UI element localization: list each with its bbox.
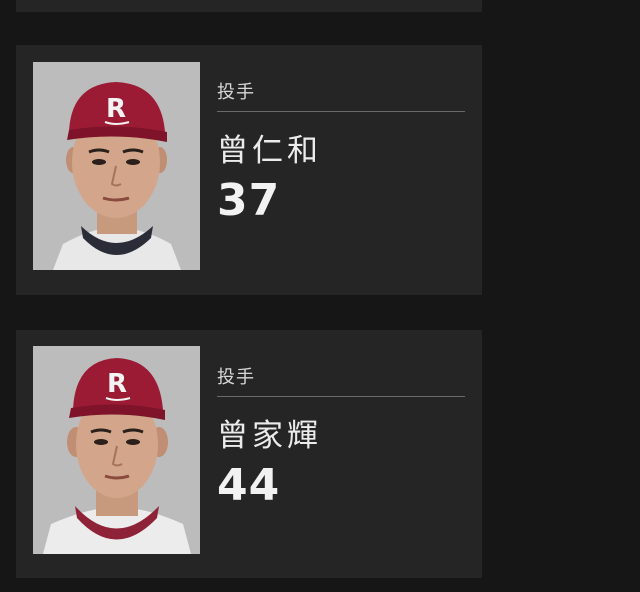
player-card[interactable]: R 投手 曾仁和 37	[16, 45, 482, 295]
player-photo: R	[33, 346, 200, 554]
player-photo: R	[33, 62, 200, 270]
player-position: 投手	[217, 82, 255, 103]
player-name: 曾仁和	[217, 133, 322, 169]
player-number: 37	[217, 175, 281, 226]
player-card[interactable]: R 投手 曾家輝 44	[16, 330, 482, 578]
player-card-partial[interactable]	[16, 0, 482, 12]
cap-logo: R	[106, 94, 126, 124]
player-roster-list: R 投手 曾仁和 37 R 投手 曾家輝 44	[0, 0, 640, 592]
player-number: 44	[217, 460, 281, 511]
player-position: 投手	[217, 367, 255, 388]
divider	[217, 111, 465, 112]
cap-logo: R	[107, 369, 127, 399]
divider	[217, 396, 465, 397]
player-name: 曾家輝	[217, 418, 322, 454]
